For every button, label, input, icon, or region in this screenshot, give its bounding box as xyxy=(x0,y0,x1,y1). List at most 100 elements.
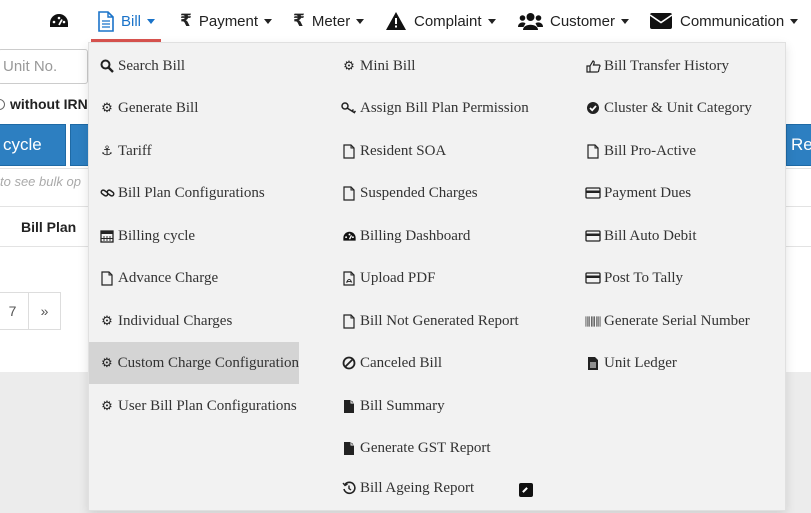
menu-item-label: Generate Bill xyxy=(118,99,199,116)
gear-icon: ⚙ xyxy=(100,355,113,371)
menu-item-bill-ageing-report[interactable]: Bill Ageing Report xyxy=(341,467,474,509)
file-icon xyxy=(585,143,601,159)
anchor-icon: ⚓ xyxy=(101,143,113,159)
menu-item-advance-charge[interactable]: Advance Charge xyxy=(99,257,218,299)
credit-card-icon xyxy=(585,228,601,244)
chevron-down-icon xyxy=(356,18,365,24)
without-irn-radio[interactable]: without IRN xyxy=(0,96,88,112)
menu-item-custom-charge-configuration[interactable]: ⚙ Custom Charge Configuration xyxy=(89,342,299,384)
menu-item-label: Unit Ledger xyxy=(604,354,677,371)
menu-item-label: Assign Bill Plan Permission xyxy=(360,99,529,116)
gear-icon: ⚙ xyxy=(101,313,113,329)
ban-icon xyxy=(341,355,357,371)
check-circle-icon xyxy=(585,100,601,116)
menu-item-generate-serial-number[interactable]: Generate Serial Number xyxy=(585,300,750,342)
history-icon xyxy=(341,480,357,496)
unit-number-input[interactable] xyxy=(0,49,88,84)
menu-item-individual-charges[interactable]: ⚙ Individual Charges xyxy=(99,300,232,342)
file-icon xyxy=(341,143,357,159)
menu-item-label: Search Bill xyxy=(118,57,186,74)
credit-card-icon xyxy=(585,270,601,286)
credit-card-icon xyxy=(585,185,601,201)
chevron-down-icon xyxy=(790,18,799,24)
chevron-down-icon xyxy=(487,18,496,24)
menu-item-billing-cycle[interactable]: Billing cycle xyxy=(99,215,195,257)
key-icon xyxy=(341,100,357,116)
nav-payment-label: Payment xyxy=(198,12,259,30)
menu-item-post-to-tally[interactable]: Post To Tally xyxy=(585,257,683,299)
nav-complaint-label: Complaint xyxy=(414,12,482,30)
menu-item-billing-dashboard[interactable]: Billing Dashboard xyxy=(341,215,470,257)
page-7-link[interactable]: 7 xyxy=(0,292,29,330)
warning-icon xyxy=(385,11,407,31)
nav-bill[interactable]: Bill xyxy=(90,0,162,42)
menu-item-search-bill[interactable]: Search Bill xyxy=(99,45,185,87)
rupee-icon: ₹ xyxy=(180,11,192,31)
nav-meter[interactable]: ₹ Meter xyxy=(293,0,365,42)
dashboard-icon xyxy=(341,228,357,244)
menu-item-generate-gst-report[interactable]: Generate GST Report xyxy=(341,427,491,469)
menu-item-label: Canceled Bill xyxy=(360,354,443,371)
menu-item-label: Payment Dues xyxy=(604,184,692,201)
menu-item-bill-pro-active[interactable]: Bill Pro-Active xyxy=(585,130,696,172)
menu-item-suspended-charges[interactable]: Suspended Charges xyxy=(341,172,478,214)
envelope-icon xyxy=(649,12,673,30)
file-icon xyxy=(97,10,114,32)
menu-item-label: Post To Tally xyxy=(604,269,684,286)
nav-payment[interactable]: ₹ Payment xyxy=(180,0,273,42)
menu-item-bill-auto-debit[interactable]: Bill Auto Debit xyxy=(585,215,697,257)
menu-item-label: Mini Bill xyxy=(360,57,416,74)
menu-item-generate-bill[interactable]: ⚙ Generate Bill xyxy=(99,87,198,129)
menu-item-label: Bill Transfer History xyxy=(604,57,730,74)
gear-icon: ⚙ xyxy=(343,58,355,74)
billing-cycle-button-label: cycle xyxy=(3,135,42,154)
radio-circle-icon[interactable] xyxy=(0,98,5,110)
menu-item-label: Advance Charge xyxy=(118,269,219,286)
gear-icon: ⚙ xyxy=(101,100,113,116)
pagination: 7 » xyxy=(0,292,61,330)
menu-item-bill-summary[interactable]: Bill Summary xyxy=(341,385,445,427)
menu-item-bill-not-generated-report[interactable]: Bill Not Generated Report xyxy=(341,300,519,342)
next-page-link[interactable]: » xyxy=(28,292,61,330)
nav-dashboard[interactable] xyxy=(48,0,77,42)
menu-item-mini-bill[interactable]: ⚙ Mini Bill xyxy=(341,45,415,87)
menu-item-bill-plan-configurations[interactable]: Bill Plan Configurations xyxy=(99,172,265,214)
file-solid-icon xyxy=(341,398,357,414)
external-link-icon[interactable] xyxy=(519,483,533,497)
file-pdf-icon xyxy=(341,270,357,286)
menu-item-label: Bill Auto Debit xyxy=(604,227,697,244)
file-text-icon xyxy=(585,355,601,371)
nav-complaint[interactable]: Complaint xyxy=(385,0,496,42)
nav-customer[interactable]: Customer xyxy=(518,0,630,42)
menu-item-label: Bill Pro-Active xyxy=(604,142,697,159)
report-button-label: Rep xyxy=(791,135,811,154)
menu-item-canceled-bill[interactable]: Canceled Bill xyxy=(341,342,442,384)
bulk-operations-hint: to see bulk op xyxy=(0,174,81,189)
menu-item-bill-transfer-history[interactable]: Bill Transfer History xyxy=(585,45,729,87)
menu-item-resident-soa[interactable]: Resident SOA xyxy=(341,130,446,172)
menu-item-user-bill-plan-configurations[interactable]: ⚙ User Bill Plan Configurations xyxy=(99,385,297,427)
menu-item-label: Generate GST Report xyxy=(360,439,491,456)
calendar-icon xyxy=(99,228,115,244)
menu-item-assign-bill-plan-permission[interactable]: Assign Bill Plan Permission xyxy=(341,87,529,129)
nav-customer-label: Customer xyxy=(550,12,616,30)
table-header-bill-plan: Bill Plan xyxy=(21,219,77,235)
menu-item-label: Bill Plan Configurations xyxy=(118,184,265,201)
menu-item-cluster-unit-category[interactable]: Cluster & Unit Category xyxy=(585,87,752,129)
report-button[interactable]: Rep xyxy=(786,124,811,166)
file-icon xyxy=(341,313,357,329)
menu-item-upload-pdf[interactable]: Upload PDF xyxy=(341,257,435,299)
menu-item-label: Bill Summary xyxy=(360,397,445,414)
gear-icon: ⚙ xyxy=(101,398,113,414)
file-icon xyxy=(341,185,357,201)
menu-item-label: Individual Charges xyxy=(118,312,233,329)
nav-communication[interactable]: Communication xyxy=(649,0,799,42)
without-irn-label: without IRN xyxy=(10,96,88,112)
menu-item-payment-dues[interactable]: Payment Dues xyxy=(585,172,691,214)
menu-item-label: User Bill Plan Configurations xyxy=(118,397,297,414)
menu-item-unit-ledger[interactable]: Unit Ledger xyxy=(585,342,677,384)
link-icon xyxy=(99,185,115,201)
billing-cycle-button[interactable]: cycle xyxy=(0,124,66,166)
menu-item-tariff[interactable]: ⚓ Tariff xyxy=(99,130,151,172)
menu-item-label: Billing cycle xyxy=(118,227,196,244)
